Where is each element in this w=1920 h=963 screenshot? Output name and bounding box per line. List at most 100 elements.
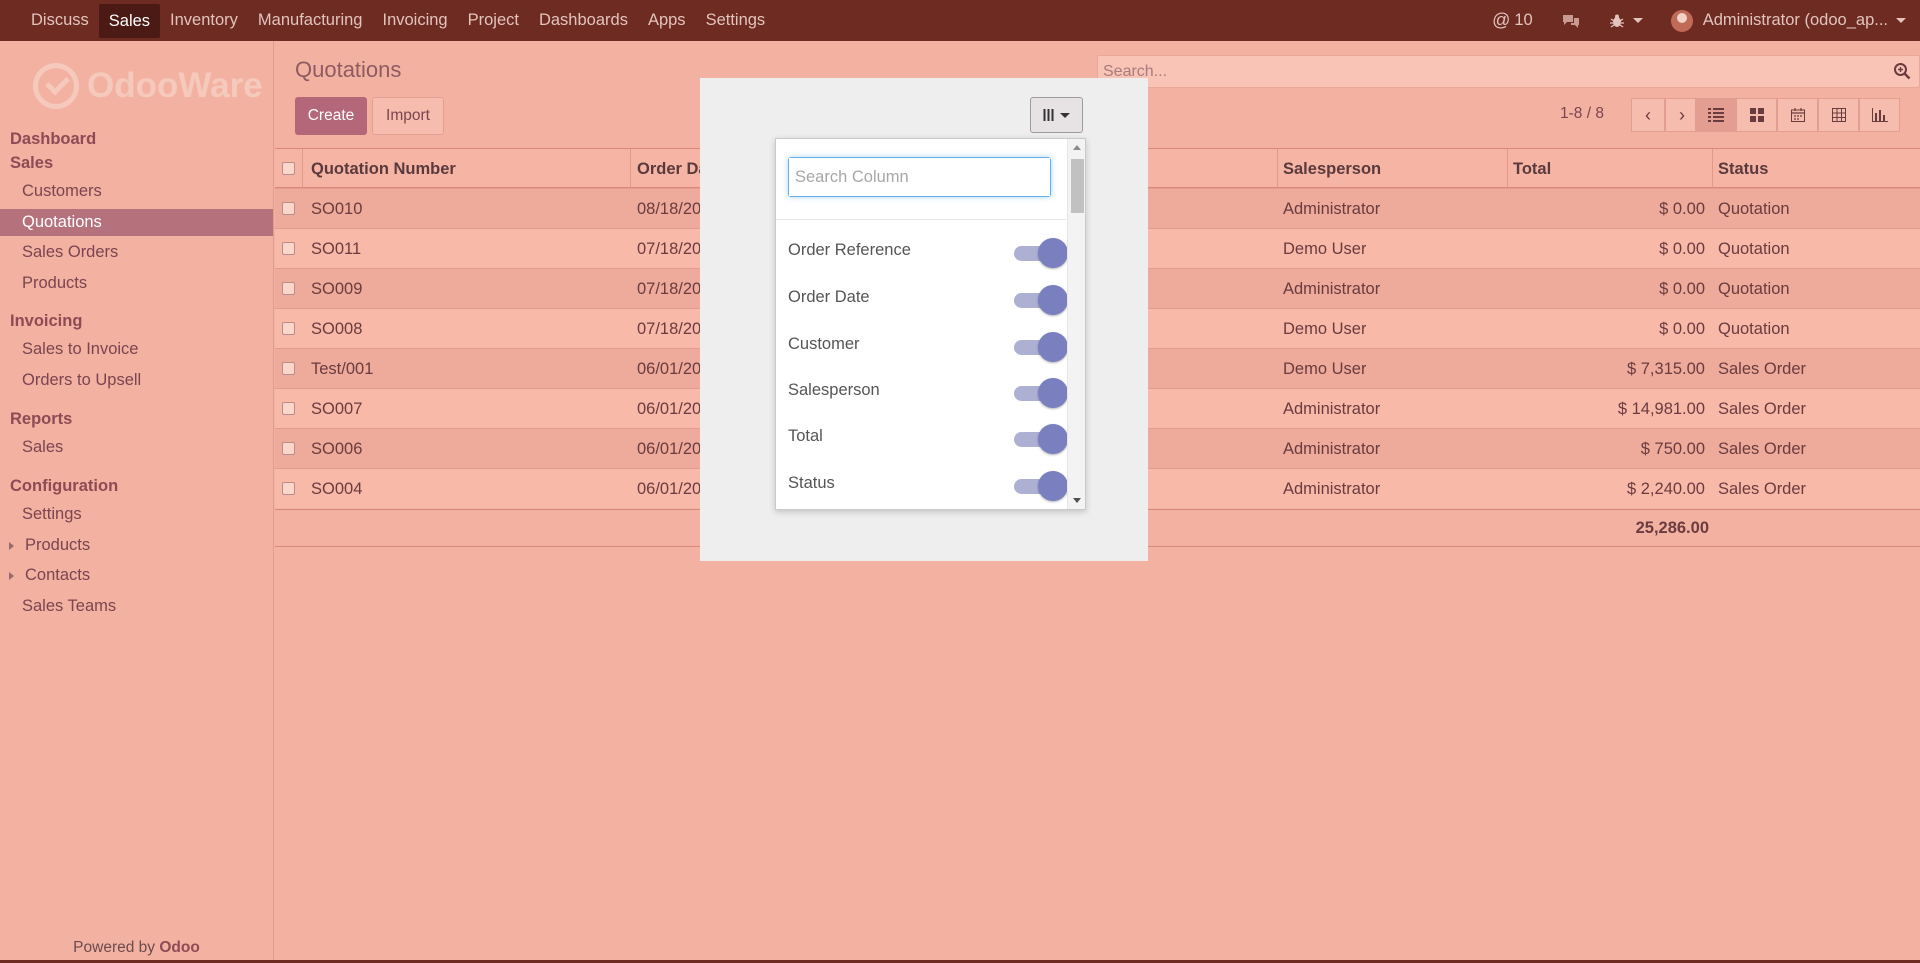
sidebar-item-customers[interactable]: Customers — [0, 178, 273, 205]
table-icon — [1831, 108, 1846, 122]
row-checkbox[interactable] — [282, 442, 295, 455]
column-divider — [302, 149, 303, 189]
mentions-count: 10 — [1514, 11, 1533, 29]
menu-dashboards[interactable]: Dashboards — [529, 0, 638, 41]
search-input[interactable] — [1103, 56, 1883, 87]
menu-sales[interactable]: Sales — [98, 3, 161, 38]
menu-project[interactable]: Project — [458, 0, 529, 41]
row-checkbox[interactable] — [282, 202, 295, 215]
sidebar-item-reports-sales[interactable]: Sales — [0, 434, 273, 461]
search-bar — [1097, 55, 1920, 88]
scroll-thumb[interactable] — [1071, 159, 1084, 213]
powered-by-text: Powered by — [73, 939, 156, 956]
cell-number: SO007 — [311, 400, 363, 418]
debug-menu-button[interactable] — [1595, 13, 1657, 29]
toggle-knob — [1038, 285, 1068, 315]
dropdown-scrollbar[interactable] — [1067, 139, 1085, 509]
row-checkbox[interactable] — [282, 282, 295, 295]
cell-salesperson: Administrator — [1283, 200, 1381, 218]
column-toggle[interactable] — [1014, 471, 1068, 501]
cell-total: $ 14,981.00 — [1617, 400, 1705, 418]
header-status[interactable]: Status — [1718, 149, 1768, 189]
at-icon: @ — [1492, 10, 1511, 30]
page-title: Quotations — [295, 57, 402, 82]
sidebar-item-contacts[interactable]: Contacts — [0, 562, 273, 589]
menu-apps[interactable]: Apps — [638, 0, 696, 41]
pager-value[interactable]: 1-8 / 8 — [1560, 105, 1604, 123]
sidebar-item-quotations[interactable]: Quotations — [0, 209, 273, 236]
view-graph-button[interactable] — [1859, 98, 1900, 132]
header-total[interactable]: Total — [1513, 149, 1551, 189]
import-button[interactable]: Import — [372, 97, 444, 135]
sidebar-item-products[interactable]: Products — [0, 270, 273, 297]
menu-settings[interactable]: Settings — [696, 0, 776, 41]
chevron-left-icon: ‹ — [1645, 104, 1651, 125]
menu-manufacturing[interactable]: Manufacturing — [248, 0, 373, 41]
cell-total: $ 0.00 — [1659, 320, 1705, 338]
row-checkbox[interactable] — [282, 362, 295, 375]
column-search-input[interactable] — [789, 158, 1050, 196]
mentions-button[interactable]: @ 10 — [1478, 10, 1547, 31]
column-toggle[interactable] — [1014, 378, 1068, 408]
column-toggle[interactable] — [1014, 332, 1068, 362]
search-icon[interactable] — [1893, 62, 1911, 80]
chevron-down-icon — [1060, 112, 1070, 118]
sidebar-dashboard[interactable]: Dashboard — [10, 130, 96, 149]
header-salesperson[interactable]: Salesperson — [1283, 149, 1381, 189]
sidebar-item-settings[interactable]: Settings — [0, 501, 273, 528]
columns-icon — [1043, 109, 1054, 121]
menu-invoicing[interactable]: Invoicing — [372, 0, 457, 41]
sidebar-section-invoicing: Invoicing — [10, 312, 83, 330]
column-option-label: Total — [788, 427, 823, 445]
expand-icon — [9, 572, 14, 580]
pager-next-button[interactable]: › — [1665, 98, 1699, 132]
column-divider — [630, 149, 631, 189]
sidebar-item-sales-to-invoice[interactable]: Sales to Invoice — [0, 336, 273, 363]
header-quotation-number[interactable]: Quotation Number — [311, 149, 456, 189]
view-kanban-button[interactable] — [1736, 98, 1777, 132]
column-toggle[interactable] — [1014, 238, 1068, 268]
view-list-button[interactable] — [1695, 98, 1736, 132]
column-divider — [1277, 149, 1278, 189]
expand-icon — [9, 542, 14, 550]
chevron-down-icon — [1632, 18, 1643, 23]
column-toggle[interactable] — [1014, 285, 1068, 315]
column-option: Salesperson — [788, 374, 1068, 408]
sidebar-item-sales-teams[interactable]: Sales Teams — [0, 593, 273, 620]
cell-salesperson: Administrator — [1283, 480, 1381, 498]
column-option: Total — [788, 420, 1068, 454]
user-menu[interactable]: Administrator (odoo_ap... — [1657, 9, 1920, 32]
messages-button[interactable] — [1547, 13, 1595, 29]
company-logo: OdooWare — [33, 61, 263, 111]
row-checkbox[interactable] — [282, 402, 295, 415]
scroll-down-icon[interactable] — [1073, 498, 1081, 503]
select-all-checkbox[interactable] — [282, 162, 295, 175]
pager-previous-button[interactable]: ‹ — [1631, 98, 1665, 132]
sidebar-item-orders-to-upsell[interactable]: Orders to Upsell — [0, 367, 273, 394]
menu-inventory[interactable]: Inventory — [160, 0, 248, 41]
column-picker-toggle[interactable] — [1030, 97, 1083, 133]
sidebar-item-config-products[interactable]: Products — [0, 532, 273, 559]
row-checkbox[interactable] — [282, 482, 295, 495]
divider — [776, 219, 1066, 220]
menu-discuss[interactable]: Discuss — [21, 0, 99, 41]
row-checkbox[interactable] — [282, 322, 295, 335]
cell-status: Quotation — [1718, 200, 1790, 218]
sidebar-item-label: Contacts — [25, 566, 91, 584]
sidebar-item-sales-orders[interactable]: Sales Orders — [0, 239, 273, 266]
column-toggle[interactable] — [1014, 424, 1068, 454]
toggle-knob — [1038, 378, 1068, 408]
create-button[interactable]: Create — [295, 97, 367, 135]
scroll-up-icon[interactable] — [1073, 145, 1081, 150]
cell-status: Sales Order — [1718, 440, 1807, 458]
view-calendar-button[interactable] — [1777, 98, 1818, 132]
column-option: Order Date — [788, 281, 1068, 315]
cell-number: SO004 — [311, 480, 363, 498]
column-picker-dropdown: Order Reference Order Date Customer Sale… — [775, 138, 1086, 510]
view-pivot-button[interactable] — [1818, 98, 1859, 132]
toggle-knob — [1038, 471, 1068, 501]
cell-salesperson: Administrator — [1283, 280, 1381, 298]
row-checkbox[interactable] — [282, 242, 295, 255]
powered-by-link[interactable]: Odoo — [159, 939, 199, 956]
chevron-down-icon — [1896, 18, 1906, 23]
